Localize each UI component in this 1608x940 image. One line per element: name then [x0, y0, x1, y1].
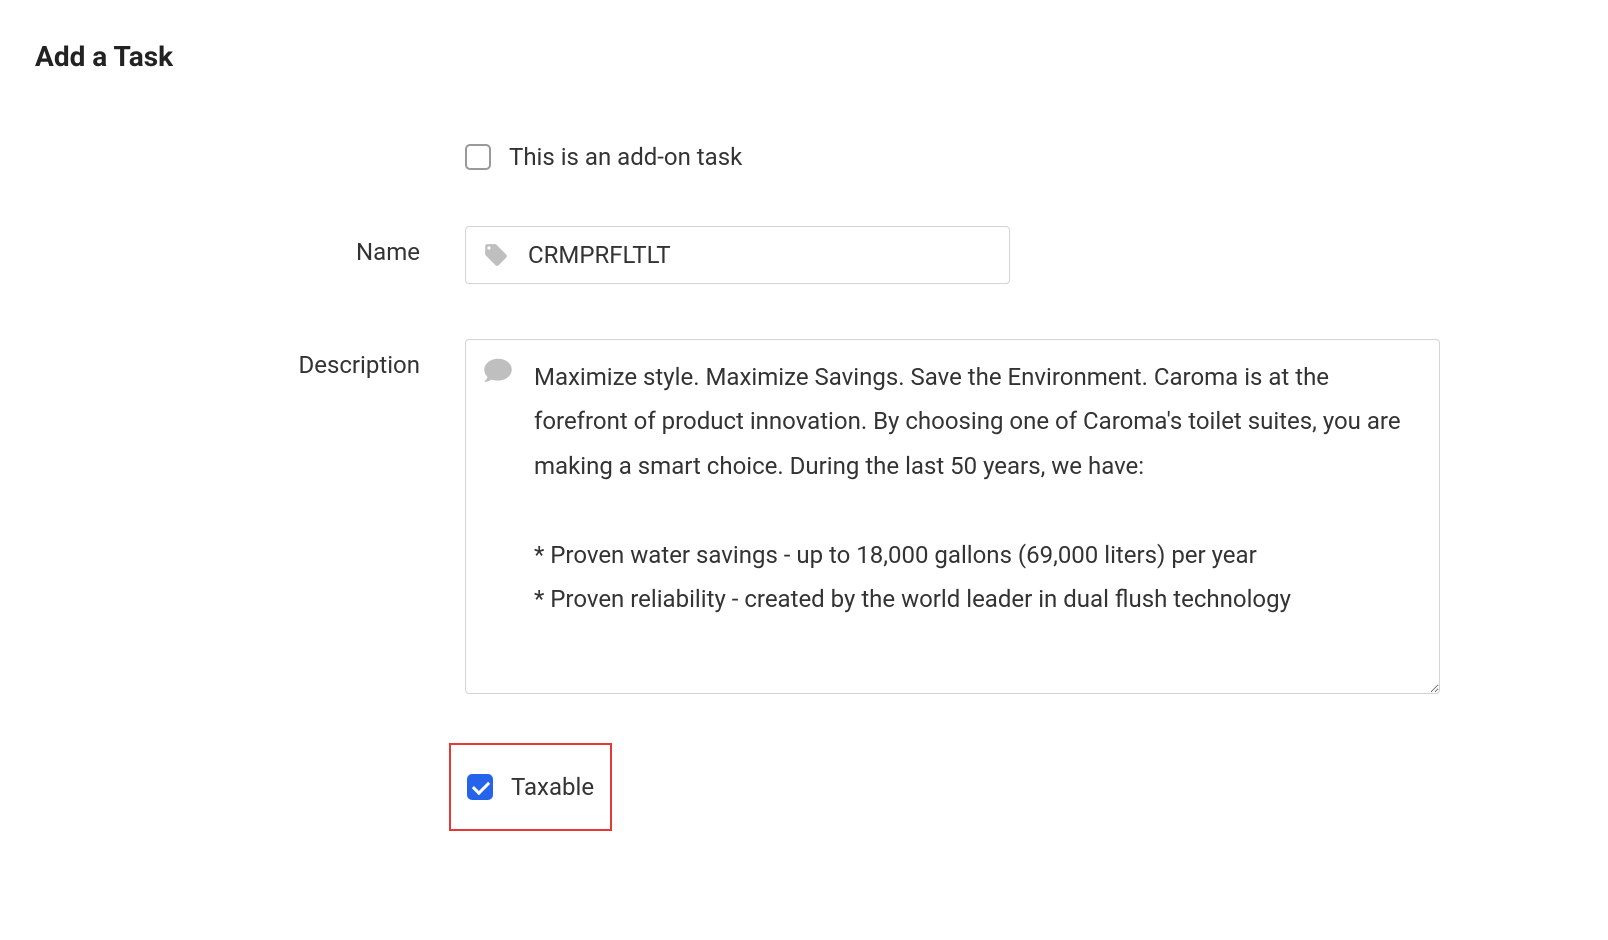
taxable-checkbox[interactable] — [467, 774, 493, 800]
name-row: Name — [35, 226, 1573, 284]
comment-icon — [483, 357, 513, 383]
addon-checkbox-wrapper: This is an add-on task — [465, 143, 1573, 171]
add-task-form: This is an add-on task Name Description — [35, 143, 1573, 831]
page-title: Add a Task — [35, 40, 1573, 73]
addon-label-spacer — [35, 143, 465, 155]
taxable-row: Taxable — [449, 743, 1573, 831]
addon-row: This is an add-on task — [35, 143, 1573, 171]
description-textarea-wrapper — [465, 339, 1440, 698]
description-row: Description — [35, 339, 1573, 698]
tag-icon — [483, 242, 509, 268]
name-input[interactable] — [465, 226, 1010, 284]
name-input-wrapper — [465, 226, 1010, 284]
taxable-highlight-box: Taxable — [449, 743, 612, 831]
addon-checkbox[interactable] — [465, 144, 491, 170]
addon-label: This is an add-on task — [509, 143, 742, 171]
taxable-label: Taxable — [511, 773, 594, 801]
description-label: Description — [35, 339, 465, 379]
taxable-checkbox-wrapper: Taxable — [467, 773, 594, 801]
description-textarea[interactable] — [465, 339, 1440, 694]
name-label: Name — [35, 226, 465, 266]
